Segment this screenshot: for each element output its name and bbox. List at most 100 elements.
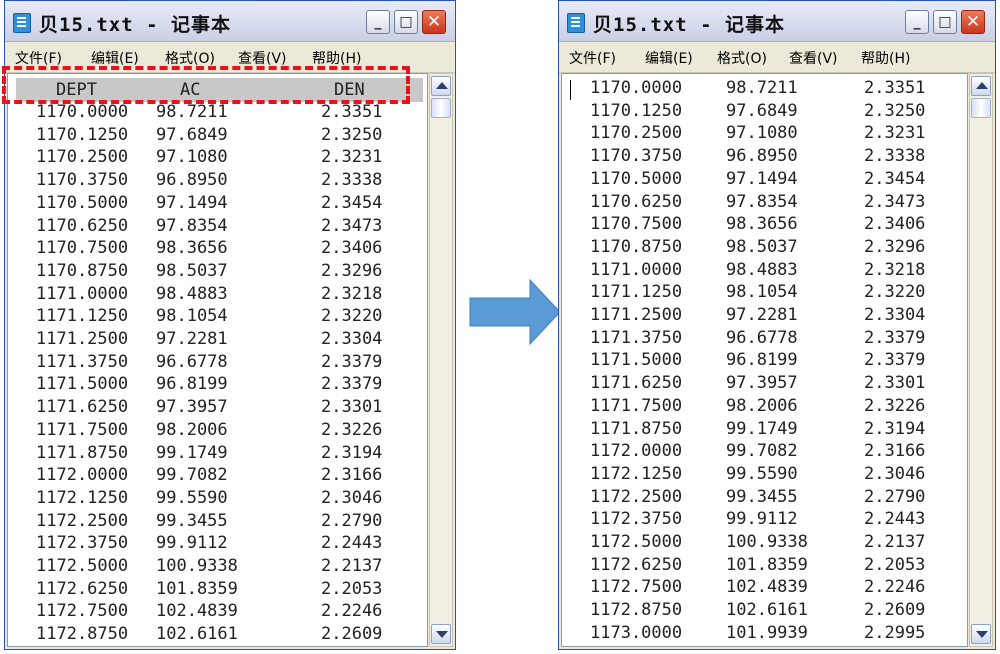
maximize-button[interactable]: □ [933, 10, 957, 34]
ac-value: 99.9112 [726, 509, 798, 530]
table-row: 1172.0000 99.7082 2.3166 [562, 441, 967, 464]
dept-value: 1170.0000 [590, 78, 683, 98]
table-row: 1171.2500 97.2281 2.3304 [8, 329, 427, 352]
minimize-button[interactable]: _ [905, 10, 929, 34]
table-row: 1172.6250 101.8359 2.2053 [562, 555, 967, 578]
close-button[interactable]: ✕ [961, 10, 985, 34]
dept-value: 1170.6250 [36, 215, 129, 236]
menu-format[interactable]: 格式(O) [717, 48, 767, 68]
text-editor[interactable]: DEPT AC DEN 1170.0000 98.7211 2.3351 1170.1… [7, 73, 428, 647]
maximize-icon: □ [399, 14, 413, 30]
dept-value: 1172.3750 [36, 533, 129, 554]
vertical-scrollbar[interactable] [429, 73, 453, 647]
ac-value: 102.6161 [726, 600, 808, 621]
vertical-scrollbar[interactable] [969, 73, 993, 647]
ac-value: 98.3656 [156, 238, 228, 259]
title-bar[interactable]: 贝15.txt - 记事本 _ □ ✕ [5, 1, 455, 42]
ac-value: 98.2006 [156, 419, 228, 440]
ac-value: 98.1054 [156, 306, 228, 327]
table-row: 1170.0000 98.7211 2.3351 [562, 78, 967, 101]
table-row: 1170.5000 97.1494 2.3454 [8, 193, 427, 216]
ac-value: 96.8950 [156, 170, 228, 191]
dept-value: 1171.7500 [590, 395, 683, 416]
table-row: 1170.6250 97.8354 2.3473 [8, 216, 427, 239]
ac-value: 97.1080 [726, 123, 798, 144]
table-row: 1172.2500 99.3455 2.2790 [562, 487, 967, 510]
ac-value: 97.8354 [156, 215, 228, 236]
table-row: 1170.2500 97.1080 2.3231 [8, 147, 427, 170]
ac-value: 97.6849 [156, 124, 228, 145]
den-value: 2.2053 [321, 578, 383, 599]
table-row: 1171.1250 98.1054 2.3220 [8, 306, 427, 329]
menu-file[interactable]: 文件(F) [15, 48, 62, 68]
dept-value: 1172.2500 [590, 486, 683, 507]
dept-value: 1172.7500 [36, 601, 129, 622]
dept-value: 1170.2500 [590, 123, 683, 144]
table-row: 1172.8750 102.6161 2.2609 [8, 624, 427, 646]
den-value: 2.3338 [321, 170, 383, 191]
dept-value: 1170.8750 [590, 236, 683, 257]
ac-value: 101.9939 [726, 622, 808, 643]
den-value: 2.3304 [864, 305, 926, 325]
close-button[interactable]: ✕ [422, 10, 446, 34]
table-row: 1172.0000 99.7082 2.3166 [8, 465, 427, 488]
scroll-down-button[interactable] [431, 624, 451, 644]
scroll-thumb[interactable] [431, 98, 451, 118]
title-bar[interactable]: 贝15.txt - 记事本 _ □ ✕ [559, 1, 995, 42]
dept-value: 1171.6250 [36, 397, 129, 418]
dept-value: 1171.8750 [590, 418, 683, 439]
menu-file[interactable]: 文件(F) [569, 48, 616, 68]
den-value: 2.3454 [321, 192, 383, 213]
table-row: 1170.0000 98.7211 2.3351 [8, 102, 427, 125]
right-arrow-icon [469, 278, 561, 346]
table-row: 1172.1250 99.5590 2.3046 [8, 488, 427, 511]
close-icon: ✕ [965, 12, 981, 32]
table-row: 1171.8750 99.1749 2.3194 [562, 419, 967, 442]
scroll-up-button[interactable] [431, 76, 451, 96]
den-value: 2.3301 [321, 397, 383, 418]
ac-value: 99.5590 [156, 487, 228, 508]
table-row: 1171.0000 98.4883 2.3218 [562, 260, 967, 283]
menu-view[interactable]: 查看(V) [789, 48, 838, 68]
dept-value: 1170.3750 [590, 146, 683, 167]
close-icon: ✕ [426, 12, 442, 32]
den-value: 2.3406 [321, 238, 383, 259]
ac-value: 102.6161 [156, 624, 238, 645]
menu-format[interactable]: 格式(O) [165, 48, 215, 68]
maximize-button[interactable]: □ [394, 10, 418, 34]
dept-value: 1172.6250 [590, 554, 683, 575]
dept-value: 1172.6250 [36, 578, 129, 599]
table-row: 1171.1250 98.1054 2.3220 [562, 282, 967, 305]
menu-help[interactable]: 帮助(H) [312, 48, 361, 68]
dept-value: 1172.0000 [36, 465, 129, 486]
scroll-up-button[interactable] [971, 76, 991, 96]
menu-help[interactable]: 帮助(H) [861, 48, 910, 68]
table-row: 1172.3750 99.9112 2.2443 [8, 533, 427, 556]
ac-value: 100.9338 [726, 532, 808, 552]
text-editor[interactable]: 1170.0000 98.7211 2.3351 1170.1250 97.6849 2.… [561, 73, 968, 647]
scroll-down-button[interactable] [971, 624, 991, 644]
den-value: 2.3194 [321, 442, 383, 463]
den-value: 2.3406 [864, 214, 926, 235]
ac-value: 101.8359 [156, 578, 238, 599]
menu-edit[interactable]: 编辑(E) [645, 48, 693, 68]
ac-value: 102.4839 [726, 577, 808, 598]
scroll-down-icon [436, 631, 448, 638]
ac-value: 98.2006 [726, 395, 798, 416]
den-value: 2.2246 [864, 577, 926, 598]
dept-value: 1172.1250 [590, 463, 683, 484]
dept-value: 1171.1250 [36, 306, 129, 327]
den-value: 2.2246 [321, 601, 383, 622]
menu-view[interactable]: 查看(V) [238, 48, 287, 68]
maximize-icon: □ [938, 14, 952, 30]
table-row: 1170.3750 96.8950 2.3338 [8, 170, 427, 193]
ac-value: 96.8199 [726, 350, 798, 371]
menu-edit[interactable]: 编辑(E) [91, 48, 139, 68]
den-value: 2.3301 [864, 373, 926, 394]
den-value: 2.3250 [321, 124, 383, 145]
minimize-button[interactable]: _ [366, 10, 390, 34]
table-row: 1171.5000 96.8199 2.3379 [8, 374, 427, 397]
table-row: 1172.7500 102.4839 2.2246 [8, 601, 427, 624]
den-value: 2.3296 [321, 260, 383, 281]
scroll-thumb[interactable] [971, 98, 991, 118]
